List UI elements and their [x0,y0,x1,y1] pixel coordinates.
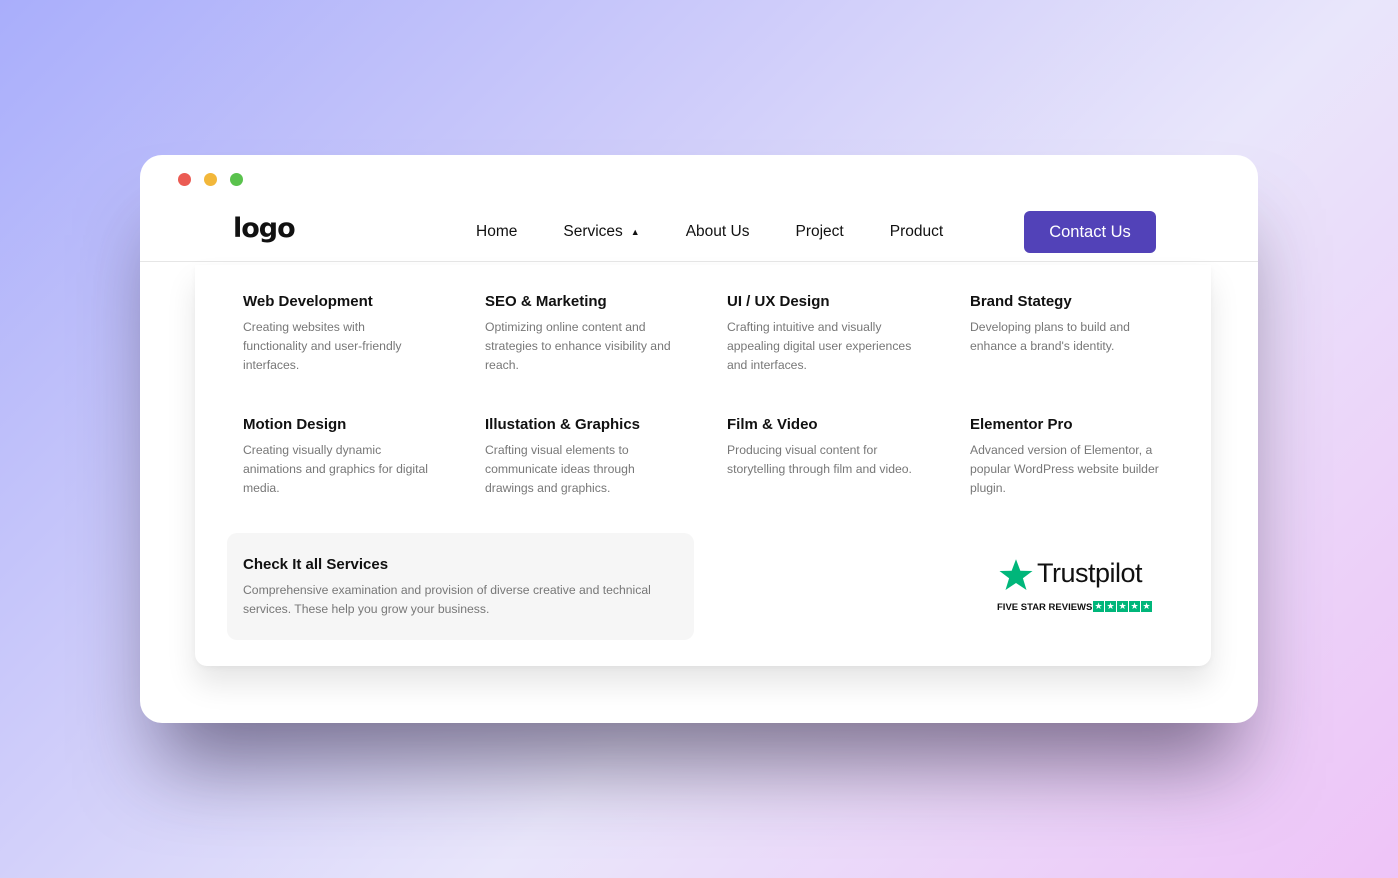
trustpilot-rating: ★ ★ ★ ★ ★ [1093,601,1152,612]
service-item-seo-marketing[interactable]: SEO & Marketing Optimizing online conten… [485,293,685,375]
service-title: Film & Video [727,416,818,433]
nav-services-label: Services [563,223,623,240]
service-item-motion-design[interactable]: Motion Design Creating visually dynamic … [243,416,443,498]
trustpilot-brand: Trustpilot [1037,558,1143,588]
minimize-dot-icon[interactable] [204,173,217,186]
close-dot-icon[interactable] [178,173,191,186]
service-item-elementor-pro[interactable]: Elementor Pro Advanced version of Elemen… [970,416,1170,498]
main-nav: Home Services ▲ About Us Project Product [476,223,989,241]
service-desc: Producing visual content for storytellin… [727,443,912,476]
star-icon: ★ [1105,601,1116,612]
service-desc: Developing plans to build and enhance a … [970,320,1130,353]
service-title: UI / UX Design [727,293,830,310]
nav-project-label: Project [795,223,844,240]
star-icon: ★ [1117,601,1128,612]
nav-home-label: Home [476,223,518,240]
star-icon: ★ [1141,601,1152,612]
star-icon: ★ [1093,601,1104,612]
window-controls [178,173,243,186]
trustpilot-badge[interactable]: Trustpilot FIVE STAR REVIEWS ★ ★ ★ ★ ★ [997,557,1157,617]
nav-home[interactable]: Home [476,223,517,241]
all-services-title: Check It all Services [243,556,389,573]
trustpilot-star-icon [999,559,1033,590]
service-desc: Optimizing online content and strategies… [485,320,671,372]
service-desc: Crafting visual elements to communicate … [485,443,635,495]
service-desc: Creating visually dynamic animations and… [243,443,428,495]
service-title: Motion Design [243,416,347,433]
caret-up-icon: ▲ [630,227,640,237]
service-item-web-development[interactable]: Web Development Creating websites with f… [243,293,443,375]
nav-about[interactable]: About Us [686,223,750,241]
service-item-illustration-graphics[interactable]: Illustation & Graphics Crafting visual e… [485,416,685,498]
all-services-desc: Comprehensive examination and provision … [243,583,651,616]
logo[interactable]: logo [233,213,296,244]
star-icon: ★ [1129,601,1140,612]
service-item-film-video[interactable]: Film & Video Producing visual content fo… [727,416,927,479]
service-item-brand-strategy[interactable]: Brand Stategy Developing plans to build … [970,293,1170,356]
service-title: SEO & Marketing [485,293,607,310]
nav-project[interactable]: Project [795,223,843,241]
contact-us-button[interactable]: Contact Us [1024,211,1156,253]
nav-product-label: Product [889,223,944,240]
site-header: logo Home Services ▲ About Us Project Pro… [140,205,1258,262]
service-desc: Advanced version of Elementor, a popular… [970,443,1159,495]
browser-window: logo Home Services ▲ About Us Project Pro… [140,155,1258,723]
nav-product[interactable]: Product [890,223,943,241]
trustpilot-tagline: FIVE STAR REVIEWS [997,602,1093,613]
all-services-card[interactable]: Check It all Services Comprehensive exam… [227,533,694,640]
service-desc: Creating websites with functionality and… [243,320,402,372]
service-title: Elementor Pro [970,416,1073,433]
service-item-ui-ux-design[interactable]: UI / UX Design Crafting intuitive and vi… [727,293,927,375]
service-title: Web Development [243,293,373,310]
nav-services[interactable]: Services ▲ [563,223,639,241]
service-title: Brand Stategy [970,293,1072,310]
service-desc: Crafting intuitive and visually appealin… [727,320,912,372]
services-dropdown: Web Development Creating websites with f… [195,265,1211,666]
nav-about-label: About Us [685,223,750,240]
service-title: Illustation & Graphics [485,416,641,433]
maximize-dot-icon[interactable] [230,173,243,186]
